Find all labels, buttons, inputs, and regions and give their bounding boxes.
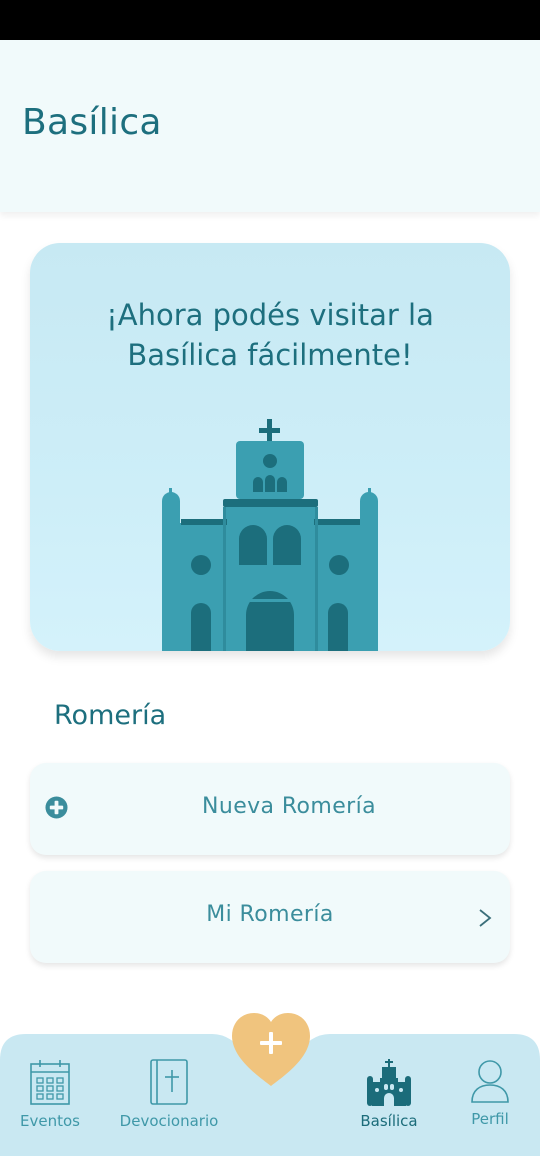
basilica-illustration [162, 419, 378, 651]
new-romeria-button[interactable]: Nueva Romería [30, 763, 510, 855]
hero-card: ¡Ahora podés visitar la Basílica fácilme… [30, 243, 510, 651]
nav-perfil-label: Perfil [471, 1110, 509, 1128]
plus-circle-icon [45, 796, 68, 819]
basilica-icon [367, 1059, 411, 1106]
bible-icon [150, 1059, 188, 1105]
user-icon [471, 1060, 509, 1103]
header: Basílica [0, 40, 540, 212]
chevron-right-icon [479, 909, 492, 927]
nav-eventos[interactable]: Eventos [14, 1058, 86, 1130]
nav-perfil[interactable]: Perfil [464, 1058, 516, 1128]
new-romeria-label: Nueva Romería [202, 794, 376, 819]
nav-devocionario-label: Devocionario [119, 1112, 219, 1130]
page-title: Basílica [22, 102, 162, 143]
nav-devocionario[interactable]: Devocionario [112, 1058, 226, 1130]
my-romeria-label: Mi Romería [206, 902, 334, 927]
heart-icon [232, 1013, 310, 1086]
nav-basilica[interactable]: Basílica [352, 1058, 426, 1130]
add-heart-button[interactable] [228, 1010, 314, 1090]
calendar-icon [30, 1060, 70, 1105]
my-romeria-button[interactable]: Mi Romería [30, 871, 510, 963]
status-bar [0, 0, 540, 40]
nav-basilica-label: Basílica [360, 1112, 418, 1130]
nav-eventos-label: Eventos [20, 1112, 80, 1130]
section-title-romeria: Romería [54, 700, 167, 731]
bottom-nav: Eventos Devocionario Basílica Perfil [0, 1000, 540, 1156]
